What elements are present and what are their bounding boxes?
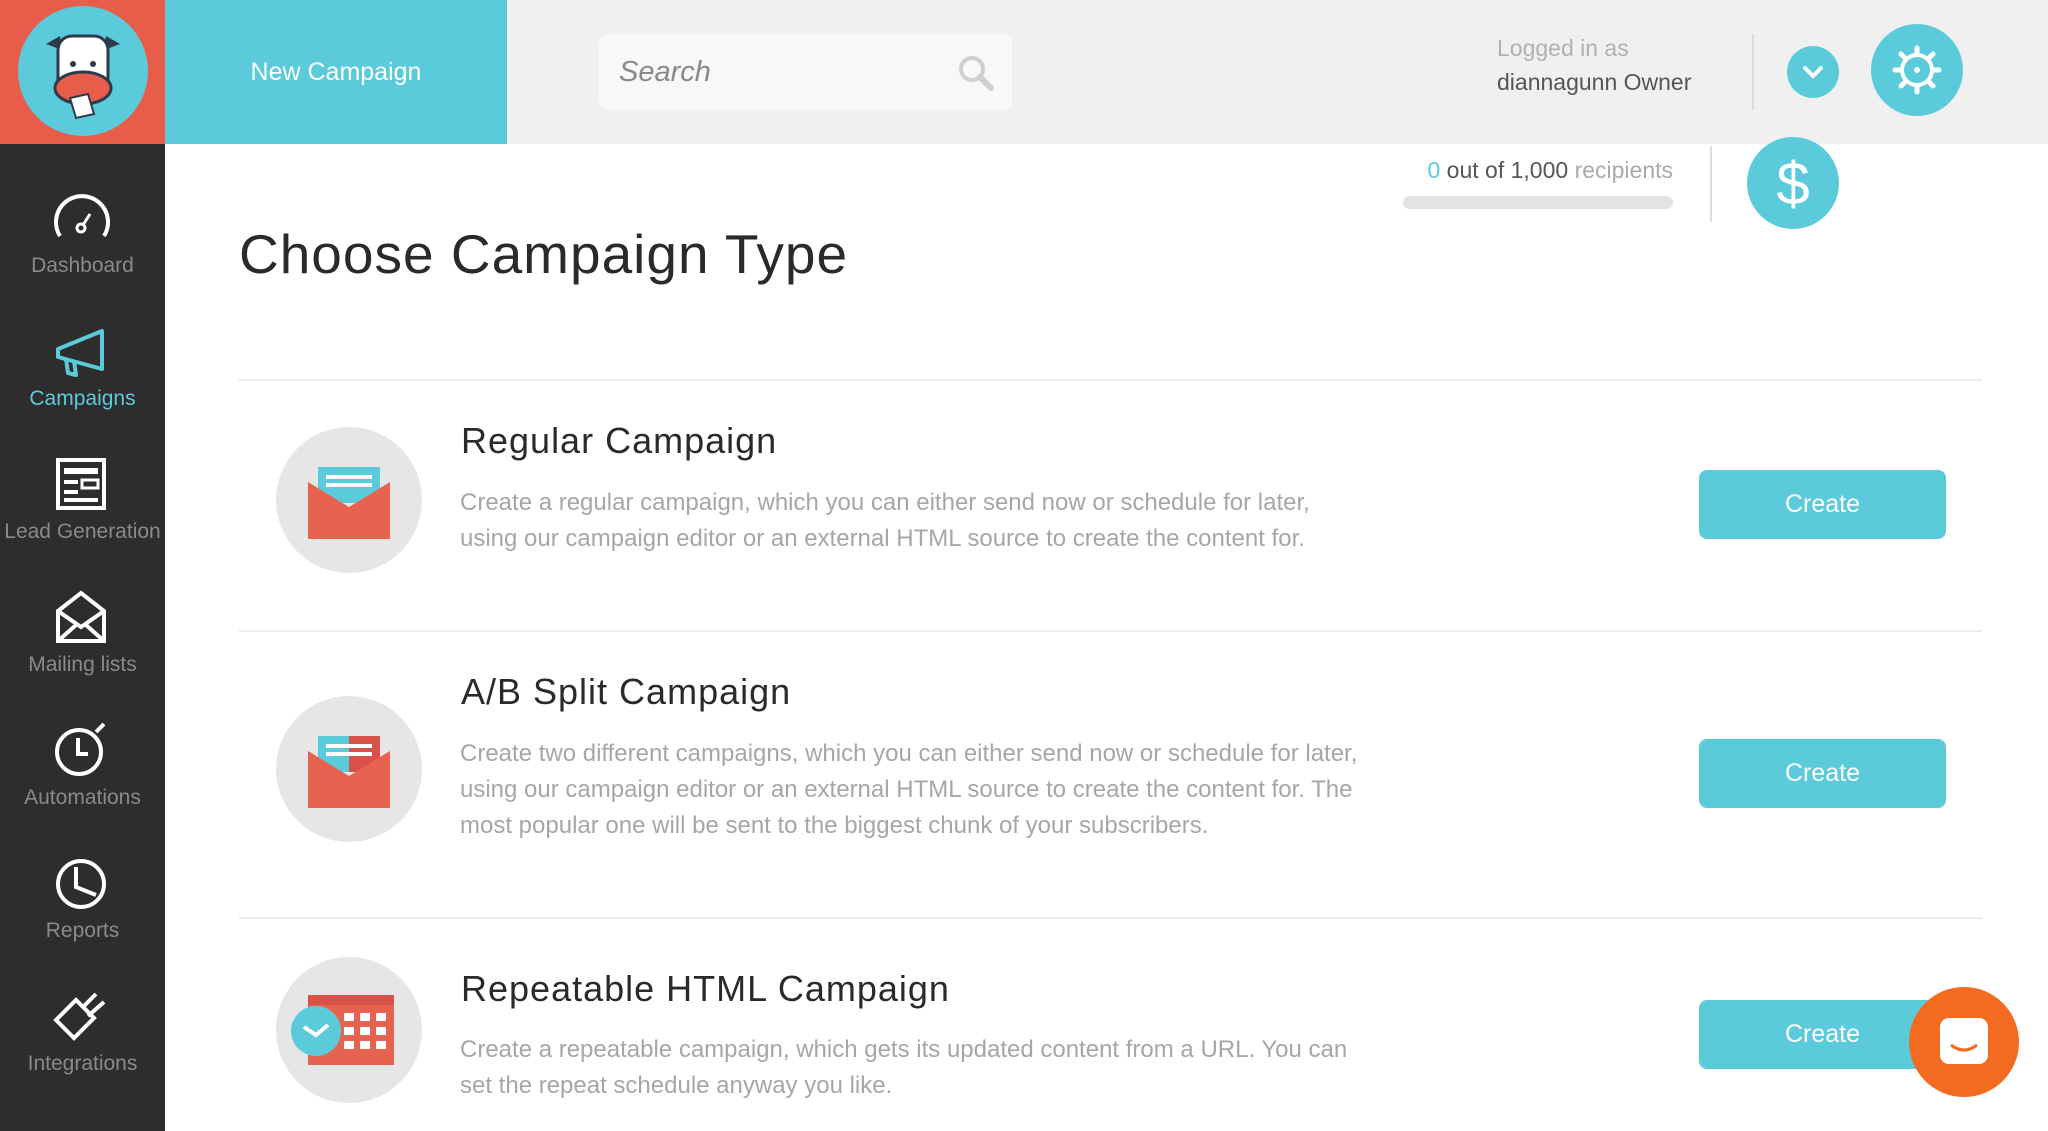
campaign-title: Regular Campaign: [461, 420, 778, 461]
sidebar-item-label: Integrations: [27, 1052, 138, 1075]
search-icon[interactable]: [957, 54, 995, 92]
new-campaign-label: New Campaign: [250, 57, 422, 86]
chat-button[interactable]: [1909, 987, 2019, 1097]
page-title: Choose Campaign Type: [239, 223, 849, 285]
sidebar-item-lead-generation[interactable]: Lead Generation: [0, 426, 165, 559]
recipients-unit: recipients: [1574, 157, 1673, 183]
ab-split-campaign-icon: [276, 696, 422, 842]
campaign-title: A/B Split Campaign: [461, 671, 792, 712]
plug-icon: [53, 992, 106, 1041]
logo[interactable]: [0, 0, 165, 144]
create-ab-split-campaign-button[interactable]: Create: [1699, 739, 1946, 808]
campaign-description: Create a repeatable campaign, which gets…: [460, 1036, 1348, 1099]
cow-logo-icon: [18, 6, 148, 136]
repeatable-html-campaign-icon: [276, 957, 422, 1103]
settings-button[interactable]: [1871, 24, 1963, 116]
chevron-down-icon: [1803, 66, 1823, 79]
new-campaign-button[interactable]: New Campaign: [165, 0, 507, 144]
sidebar-item-mailing-lists[interactable]: Mailing lists: [0, 559, 165, 692]
sidebar-item-automations[interactable]: Automations: [0, 692, 165, 825]
divider: [239, 917, 1982, 919]
search-box: [599, 34, 1012, 110]
sidebar-item-campaigns[interactable]: Campaigns: [0, 293, 165, 426]
divider: [239, 379, 1982, 381]
sidebar-item-label: Dashboard: [31, 254, 134, 277]
gauge-icon: [54, 194, 110, 238]
recipients-progress-bar: [1403, 196, 1673, 209]
megaphone-icon: [56, 329, 104, 377]
sidebar-item-reports[interactable]: Reports: [0, 825, 165, 958]
sidebar-item-label: Reports: [45, 919, 120, 942]
campaign-description: Create two different campaigns, which yo…: [460, 740, 1358, 839]
stopwatch-icon: [55, 722, 106, 776]
pie-clock-icon: [56, 859, 106, 909]
user-name: diannagunn Owner: [1497, 69, 1692, 95]
sidebar-item-integrations[interactable]: Integrations: [0, 958, 165, 1091]
sidebar-item-label: Automations: [24, 786, 141, 809]
dollar-icon: $: [1776, 149, 1810, 217]
user-menu-dropdown[interactable]: [1787, 46, 1839, 98]
campaign-description: Create a regular campaign, which you can…: [460, 489, 1310, 552]
regular-campaign-icon: [276, 427, 422, 573]
recipients-usage: 0 out of 1,000 recipients: [1380, 157, 1673, 184]
chat-icon: [1940, 1018, 1988, 1064]
sidebar-item-label: Lead Generation: [4, 520, 161, 543]
logged-in-label: Logged in as: [1497, 35, 1629, 61]
billing-button[interactable]: $: [1747, 137, 1839, 229]
search-input[interactable]: [599, 34, 929, 110]
recipients-used: 0: [1427, 157, 1441, 183]
sidebar-item-label: Mailing lists: [28, 653, 137, 676]
form-icon: [56, 458, 106, 510]
campaign-title: Repeatable HTML Campaign: [461, 968, 950, 1009]
envelope-icon: [56, 590, 106, 643]
gear-icon: [1892, 45, 1942, 95]
recipients-limit: out of 1,000: [1446, 157, 1569, 183]
divider: [1752, 34, 1754, 110]
divider: [239, 630, 1982, 632]
create-regular-campaign-button[interactable]: Create: [1699, 470, 1946, 539]
divider: [1710, 146, 1712, 222]
sidebar-item-dashboard[interactable]: Dashboard: [0, 160, 165, 293]
sidebar-item-label: Campaigns: [29, 387, 136, 410]
